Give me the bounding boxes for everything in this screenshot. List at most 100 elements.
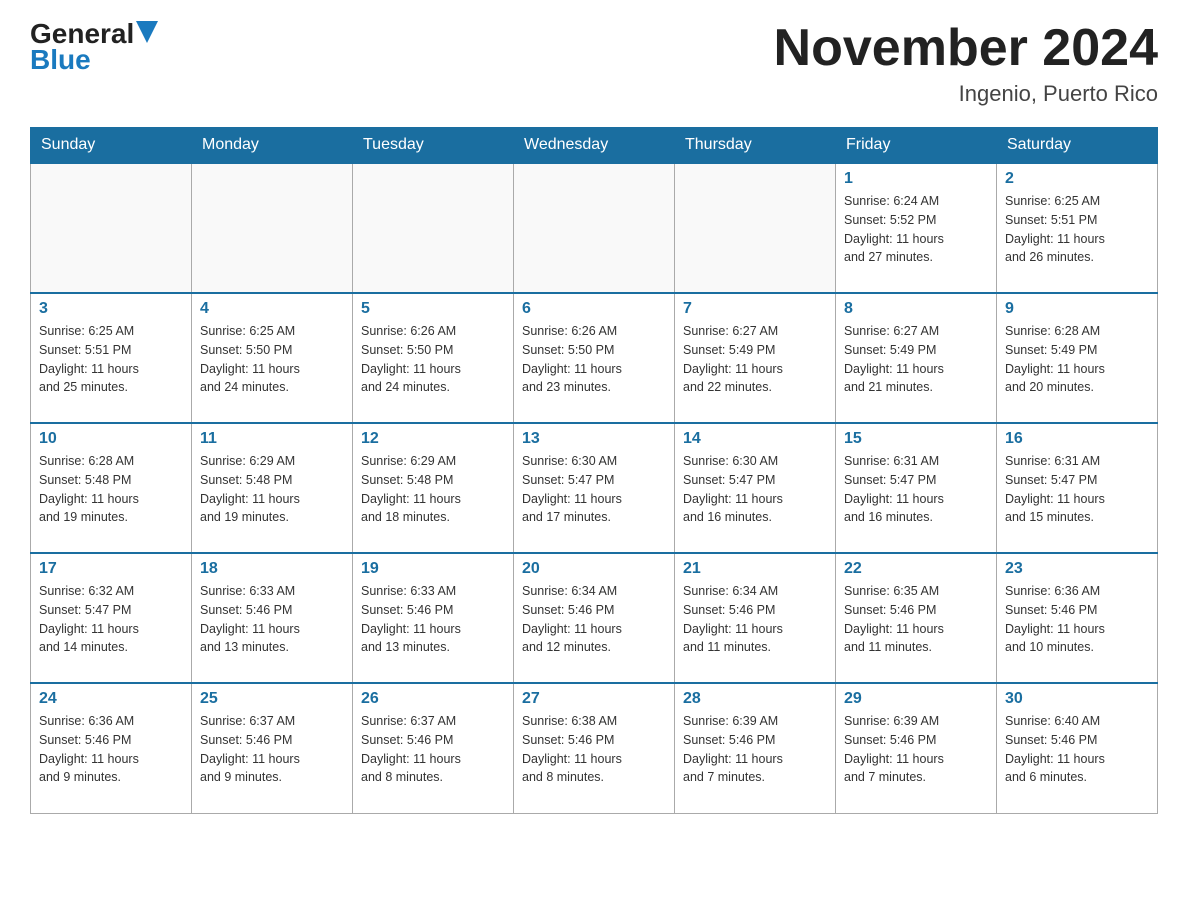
logo-triangle-icon [136,21,158,43]
calendar-cell: 29 Sunrise: 6:39 AMSunset: 5:46 PMDayligh… [836,683,997,813]
calendar-cell: 21 Sunrise: 6:34 AMSunset: 5:46 PMDayligh… [675,553,836,683]
day-info: Sunrise: 6:31 AMSunset: 5:47 PMDaylight:… [844,452,988,527]
day-info: Sunrise: 6:25 AMSunset: 5:51 PMDaylight:… [1005,192,1149,267]
day-number: 20 [522,560,666,578]
day-info: Sunrise: 6:28 AMSunset: 5:48 PMDaylight:… [39,452,183,527]
calendar-cell: 4 Sunrise: 6:25 AMSunset: 5:50 PMDaylight… [192,293,353,423]
week-row-4: 24 Sunrise: 6:36 AMSunset: 5:46 PMDayligh… [31,683,1158,813]
calendar-cell: 23Sunrise: 6:36 AMSunset: 5:46 PMDayligh… [997,553,1158,683]
day-number: 19 [361,560,505,578]
day-info: Sunrise: 6:34 AMSunset: 5:46 PMDaylight:… [522,582,666,657]
day-info: Sunrise: 6:31 AMSunset: 5:47 PMDaylight:… [1005,452,1149,527]
day-info: Sunrise: 6:36 AMSunset: 5:46 PMDaylight:… [39,712,183,787]
calendar-cell: 15Sunrise: 6:31 AMSunset: 5:47 PMDayligh… [836,423,997,553]
calendar-cell [514,163,675,293]
calendar-cell: 12 Sunrise: 6:29 AMSunset: 5:48 PMDayligh… [353,423,514,553]
day-number: 12 [361,430,505,448]
day-info: Sunrise: 6:27 AMSunset: 5:49 PMDaylight:… [844,322,988,397]
weekday-header-wednesday: Wednesday [514,128,675,164]
calendar-cell: 28 Sunrise: 6:39 AMSunset: 5:46 PMDayligh… [675,683,836,813]
day-number: 10 [39,430,183,448]
calendar-cell [675,163,836,293]
calendar-cell: 8 Sunrise: 6:27 AMSunset: 5:49 PMDaylight… [836,293,997,423]
calendar-cell: 19 Sunrise: 6:33 AMSunset: 5:46 PMDayligh… [353,553,514,683]
calendar-title: November 2024 [774,20,1158,77]
day-number: 25 [200,690,344,708]
day-number: 22 [844,560,988,578]
day-number: 4 [200,300,344,318]
day-number: 24 [39,690,183,708]
day-info: Sunrise: 6:36 AMSunset: 5:46 PMDaylight:… [1005,582,1149,657]
calendar-cell: 11Sunrise: 6:29 AMSunset: 5:48 PMDayligh… [192,423,353,553]
calendar-cell [192,163,353,293]
day-info: Sunrise: 6:27 AMSunset: 5:49 PMDaylight:… [683,322,827,397]
day-number: 6 [522,300,666,318]
calendar-cell: 18 Sunrise: 6:33 AMSunset: 5:46 PMDayligh… [192,553,353,683]
day-info: Sunrise: 6:26 AMSunset: 5:50 PMDaylight:… [522,322,666,397]
calendar-cell: 27 Sunrise: 6:38 AMSunset: 5:46 PMDayligh… [514,683,675,813]
day-number: 29 [844,690,988,708]
calendar-cell: 20 Sunrise: 6:34 AMSunset: 5:46 PMDayligh… [514,553,675,683]
day-number: 16 [1005,430,1149,448]
day-number: 21 [683,560,827,578]
day-info: Sunrise: 6:39 AMSunset: 5:46 PMDaylight:… [844,712,988,787]
day-info: Sunrise: 6:24 AMSunset: 5:52 PMDaylight:… [844,192,988,267]
calendar-cell: 5Sunrise: 6:26 AMSunset: 5:50 PMDaylight… [353,293,514,423]
day-info: Sunrise: 6:25 AMSunset: 5:51 PMDaylight:… [39,322,183,397]
day-info: Sunrise: 6:34 AMSunset: 5:46 PMDaylight:… [683,582,827,657]
day-info: Sunrise: 6:30 AMSunset: 5:47 PMDaylight:… [522,452,666,527]
logo-blue-text: Blue [30,46,91,74]
calendar-cell: 9Sunrise: 6:28 AMSunset: 5:49 PMDaylight… [997,293,1158,423]
calendar-cell: 14Sunrise: 6:30 AMSunset: 5:47 PMDayligh… [675,423,836,553]
calendar-cell: 30 Sunrise: 6:40 AMSunset: 5:46 PMDayligh… [997,683,1158,813]
calendar-cell: 1Sunrise: 6:24 AMSunset: 5:52 PMDaylight… [836,163,997,293]
weekday-header-row: SundayMondayTuesdayWednesdayThursdayFrid… [31,128,1158,164]
day-info: Sunrise: 6:25 AMSunset: 5:50 PMDaylight:… [200,322,344,397]
week-row-0: 1Sunrise: 6:24 AMSunset: 5:52 PMDaylight… [31,163,1158,293]
weekday-header-monday: Monday [192,128,353,164]
calendar-cell: 26Sunrise: 6:37 AMSunset: 5:46 PMDayligh… [353,683,514,813]
day-info: Sunrise: 6:39 AMSunset: 5:46 PMDaylight:… [683,712,827,787]
day-info: Sunrise: 6:38 AMSunset: 5:46 PMDaylight:… [522,712,666,787]
calendar-cell: 25 Sunrise: 6:37 AMSunset: 5:46 PMDayligh… [192,683,353,813]
calendar-cell: 6 Sunrise: 6:26 AMSunset: 5:50 PMDaylight… [514,293,675,423]
title-block: November 2024 Ingenio, Puerto Rico [774,20,1158,107]
weekday-header-friday: Friday [836,128,997,164]
calendar-cell: 10 Sunrise: 6:28 AMSunset: 5:48 PMDayligh… [31,423,192,553]
day-number: 17 [39,560,183,578]
calendar-cell: 17 Sunrise: 6:32 AMSunset: 5:47 PMDayligh… [31,553,192,683]
day-number: 9 [1005,300,1149,318]
calendar-subtitle: Ingenio, Puerto Rico [774,81,1158,107]
logo: General Blue [30,20,158,74]
calendar-cell: 22 Sunrise: 6:35 AMSunset: 5:46 PMDayligh… [836,553,997,683]
calendar-cell [31,163,192,293]
day-info: Sunrise: 6:26 AMSunset: 5:50 PMDaylight:… [361,322,505,397]
calendar-cell: 2Sunrise: 6:25 AMSunset: 5:51 PMDaylight… [997,163,1158,293]
calendar-cell: 16 Sunrise: 6:31 AMSunset: 5:47 PMDayligh… [997,423,1158,553]
calendar-table: SundayMondayTuesdayWednesdayThursdayFrid… [30,127,1158,814]
week-row-2: 10 Sunrise: 6:28 AMSunset: 5:48 PMDayligh… [31,423,1158,553]
calendar-cell [353,163,514,293]
weekday-header-saturday: Saturday [997,128,1158,164]
weekday-header-thursday: Thursday [675,128,836,164]
day-info: Sunrise: 6:29 AMSunset: 5:48 PMDaylight:… [200,452,344,527]
day-number: 7 [683,300,827,318]
day-info: Sunrise: 6:40 AMSunset: 5:46 PMDaylight:… [1005,712,1149,787]
week-row-1: 3Sunrise: 6:25 AMSunset: 5:51 PMDaylight… [31,293,1158,423]
day-info: Sunrise: 6:37 AMSunset: 5:46 PMDaylight:… [200,712,344,787]
day-number: 27 [522,690,666,708]
calendar-cell: 3Sunrise: 6:25 AMSunset: 5:51 PMDaylight… [31,293,192,423]
day-number: 30 [1005,690,1149,708]
day-number: 18 [200,560,344,578]
day-info: Sunrise: 6:35 AMSunset: 5:46 PMDaylight:… [844,582,988,657]
day-info: Sunrise: 6:33 AMSunset: 5:46 PMDaylight:… [361,582,505,657]
day-number: 28 [683,690,827,708]
day-number: 14 [683,430,827,448]
day-number: 13 [522,430,666,448]
day-info: Sunrise: 6:32 AMSunset: 5:47 PMDaylight:… [39,582,183,657]
day-number: 8 [844,300,988,318]
day-info: Sunrise: 6:33 AMSunset: 5:46 PMDaylight:… [200,582,344,657]
day-info: Sunrise: 6:29 AMSunset: 5:48 PMDaylight:… [361,452,505,527]
weekday-header-tuesday: Tuesday [353,128,514,164]
day-number: 26 [361,690,505,708]
